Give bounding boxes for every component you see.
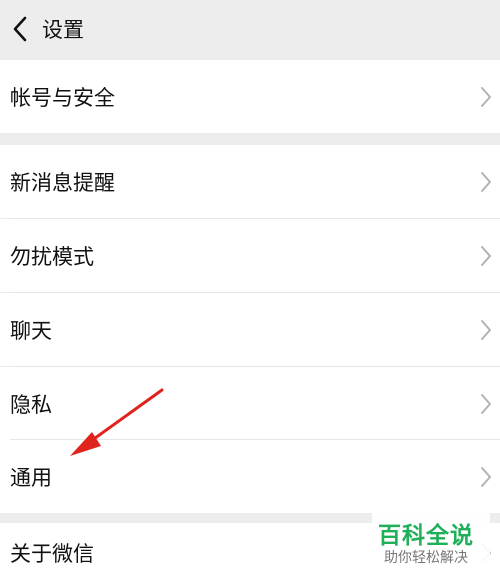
settings-item-privacy[interactable]: 隐私 [0,367,500,440]
settings-item-label: 关于微信 [10,542,94,566]
settings-item-account-security[interactable]: 帐号与安全 [0,60,500,133]
chevron-right-icon [481,86,491,107]
page-title: 设置 [42,18,84,42]
nav-bar: 设置 [0,0,500,58]
settings-item-label: 隐私 [10,392,52,417]
settings-item-label: 聊天 [10,318,52,343]
settings-item-chat[interactable]: 聊天 [0,293,500,366]
back-button[interactable] [0,0,40,58]
watermark: 百科全说 助你轻松解决 [372,512,490,570]
settings-item-label: 帐号与安全 [10,85,115,110]
settings-item-label: 勿扰模式 [10,244,94,269]
chevron-right-icon [481,393,491,414]
watermark-title: 百科全说 [378,523,474,549]
settings-item-label: 通用 [10,465,52,490]
settings-item-new-message-alerts[interactable]: 新消息提醒 [0,145,500,218]
settings-item-general[interactable]: 通用 [0,440,500,513]
chevron-right-icon [481,245,491,266]
chevron-right-icon [481,171,491,192]
watermark-subtitle: 助你轻松解决 [384,550,468,566]
chevron-left-icon [13,16,27,42]
settings-item-do-not-disturb[interactable]: 勿扰模式 [0,219,500,292]
settings-item-label: 新消息提醒 [10,170,115,195]
chevron-right-icon [481,466,491,487]
chevron-right-icon [481,319,491,340]
